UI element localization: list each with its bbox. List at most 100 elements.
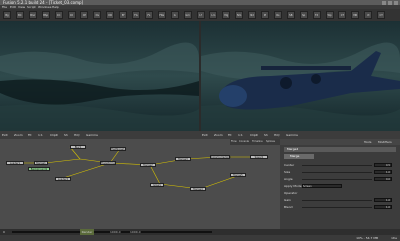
minimize-icon[interactable] bbox=[382, 0, 386, 5]
toolbar-button-0[interactable]: Bg bbox=[3, 11, 11, 19]
viewer-right-gamma[interactable]: Gamma bbox=[286, 131, 298, 139]
control-gain: Gain 1.0 bbox=[284, 198, 394, 203]
tab-flow[interactable]: Flow bbox=[231, 139, 237, 145]
control-operator-label: Operator bbox=[284, 191, 298, 195]
toolbar-button-29[interactable]: CT bbox=[377, 11, 386, 19]
close-icon[interactable] bbox=[394, 0, 398, 5]
toolbar-button-18[interactable]: Nm bbox=[235, 11, 244, 19]
flow-node[interactable]: Loader1 bbox=[6, 161, 24, 165]
flow-node[interactable]: Merge4 bbox=[190, 187, 206, 191]
toolbar-button-14[interactable]: Gm bbox=[183, 11, 192, 19]
viewer-left-gamma[interactable]: Gamma bbox=[86, 131, 98, 139]
control-size-value[interactable]: 1.0 bbox=[374, 170, 392, 174]
toolbar-button-10[interactable]: FG bbox=[132, 11, 140, 19]
toolbar-button-25[interactable]: Wp bbox=[325, 11, 334, 19]
toolbar-button-2[interactable]: Blur bbox=[28, 11, 37, 19]
toolbar-button-12[interactable]: FSG bbox=[157, 11, 166, 19]
flow-node[interactable]: Saver1 bbox=[250, 155, 268, 159]
flow-node[interactable]: FastNoise1 bbox=[110, 147, 126, 151]
night-sky-image bbox=[0, 21, 199, 131]
control-apply-mode-label: Apply Mode bbox=[284, 184, 302, 188]
toolbar-button-16[interactable]: Lrn bbox=[209, 11, 218, 19]
control-angle-slider[interactable] bbox=[302, 179, 372, 180]
viewer-left[interactable] bbox=[0, 21, 199, 131]
maximize-icon[interactable] bbox=[388, 0, 392, 5]
toolbar-button-5[interactable]: Ch bbox=[67, 11, 76, 19]
toolbar-button-8[interactable]: DR bbox=[106, 11, 115, 19]
viewer-left-sh[interactable]: Sh bbox=[64, 131, 68, 139]
status-memory: 10% - 54.7 MB bbox=[356, 236, 378, 240]
viewer-right-hiq[interactable]: HiQ bbox=[274, 131, 279, 139]
tab-timeline[interactable]: Timeline bbox=[252, 139, 263, 145]
flow-node[interactable]: Blur1 bbox=[70, 145, 86, 149]
viewer-right-fit[interactable]: Fit bbox=[228, 131, 232, 139]
toolbar-button-11[interactable]: FL bbox=[144, 11, 153, 19]
viewer-right-zoom[interactable]: Zoom bbox=[214, 131, 223, 139]
viewer-right[interactable] bbox=[201, 21, 400, 131]
toolbar-button-22[interactable]: SB bbox=[286, 11, 295, 19]
flow-tabs: Flow Console Timeline Splines bbox=[230, 139, 280, 145]
toolbar-button-17[interactable]: Mg bbox=[222, 11, 231, 19]
flow-node[interactable]: ColorCorrector1 bbox=[210, 155, 231, 159]
viewer-left-1to1[interactable]: 1:1 bbox=[38, 131, 43, 139]
toolbar-button-13[interactable]: G bbox=[170, 11, 179, 19]
control-blend-value[interactable]: 1.0 bbox=[374, 205, 392, 209]
tool-bar: Bg BC Blur BSp CC Ch CP Ds DR Ef FG FL FSG G Gm Lf Lrn Mg… bbox=[0, 9, 400, 21]
tool-name-bar[interactable]: Merge2 bbox=[284, 147, 396, 152]
flow-node[interactable]: Merge1 bbox=[34, 161, 48, 165]
toolbar-button-7[interactable]: Ds bbox=[93, 11, 102, 19]
merge-tab-label: Merge bbox=[290, 154, 300, 158]
modifiers-tab[interactable]: Modifiers bbox=[378, 139, 392, 145]
flow-node[interactable]: Merge2 bbox=[140, 163, 156, 167]
flow-node[interactable]: Merge3 bbox=[175, 157, 191, 161]
toolbar-button-6[interactable]: CP bbox=[80, 11, 89, 19]
toolbar-button-26[interactable]: CT bbox=[338, 11, 347, 19]
viewer-bar-left: Exit Zoom Fit 1:1 ClipR Sh HiQ Gamma bbox=[0, 131, 200, 139]
status-state: Idle bbox=[391, 236, 397, 240]
viewer-left-exit[interactable]: Exit bbox=[2, 131, 8, 139]
control-angle: Angle 0.0 bbox=[284, 177, 394, 182]
merge-tab[interactable]: Merge bbox=[284, 154, 314, 159]
control-angle-value[interactable]: 0.0 bbox=[374, 177, 392, 181]
viewer-left-zoom[interactable]: Zoom bbox=[14, 131, 23, 139]
toolbar-button-20[interactable]: Pl bbox=[261, 11, 269, 19]
control-center-slider[interactable] bbox=[302, 165, 372, 166]
flow-node[interactable]: Transform1 bbox=[100, 161, 116, 165]
toolbar-button-27[interactable]: MR bbox=[351, 11, 360, 19]
viewer-right-clip[interactable]: ClipR bbox=[250, 131, 258, 139]
toolbar-button-15[interactable]: Lf bbox=[196, 11, 205, 19]
control-blend-slider[interactable] bbox=[302, 207, 372, 208]
control-size: Size 1.0 bbox=[284, 170, 394, 175]
toolbar-button-21[interactable]: Rs bbox=[273, 11, 282, 19]
flow-node[interactable]: Loader2 bbox=[55, 177, 71, 181]
flow-node[interactable]: Glow1 bbox=[150, 183, 164, 187]
control-center-value[interactable]: 0.5 bbox=[374, 163, 392, 167]
toolbar-button-19[interactable]: Nd bbox=[248, 11, 257, 19]
tools-tab[interactable]: Tools bbox=[364, 139, 371, 145]
toolbar-button-24[interactable]: TX bbox=[312, 11, 321, 19]
toolbar-button-3[interactable]: BSp bbox=[41, 11, 50, 19]
tab-splines[interactable]: Splines bbox=[266, 139, 275, 145]
control-gain-value[interactable]: 1.0 bbox=[374, 198, 392, 202]
control-gain-label: Gain bbox=[284, 198, 291, 202]
toolbar-button-23[interactable]: Sp bbox=[299, 11, 308, 19]
toolbar-button-28[interactable]: VI bbox=[364, 11, 373, 19]
control-gain-slider[interactable] bbox=[302, 200, 372, 201]
airplane-image bbox=[201, 21, 400, 131]
toolbar-button-9[interactable]: Ef bbox=[119, 11, 128, 19]
viewer-right-1to1[interactable]: 1:1 bbox=[238, 131, 243, 139]
control-size-slider[interactable] bbox=[302, 172, 372, 173]
viewer-left-clip[interactable]: ClipR bbox=[50, 131, 58, 139]
viewer-right-exit[interactable]: Exit bbox=[202, 131, 208, 139]
toolbar-button-4[interactable]: CC bbox=[54, 11, 63, 19]
viewer-left-hiq[interactable]: HiQ bbox=[74, 131, 79, 139]
toolbar-button-1[interactable]: BC bbox=[15, 11, 24, 19]
flow-node[interactable]: Background1 bbox=[28, 167, 50, 171]
control-apply-mode-select[interactable]: Screen bbox=[302, 184, 342, 188]
flow-node[interactable]: Merge5 bbox=[230, 173, 246, 177]
flow-view[interactable]: Loader1 Merge1 Blur1 Background1 Transform1 M… bbox=[0, 139, 280, 229]
control-angle-label: Angle bbox=[284, 177, 293, 181]
tab-console[interactable]: Console bbox=[239, 139, 249, 145]
viewer-right-sh[interactable]: Sh bbox=[264, 131, 268, 139]
viewer-left-fit[interactable]: Fit bbox=[28, 131, 32, 139]
